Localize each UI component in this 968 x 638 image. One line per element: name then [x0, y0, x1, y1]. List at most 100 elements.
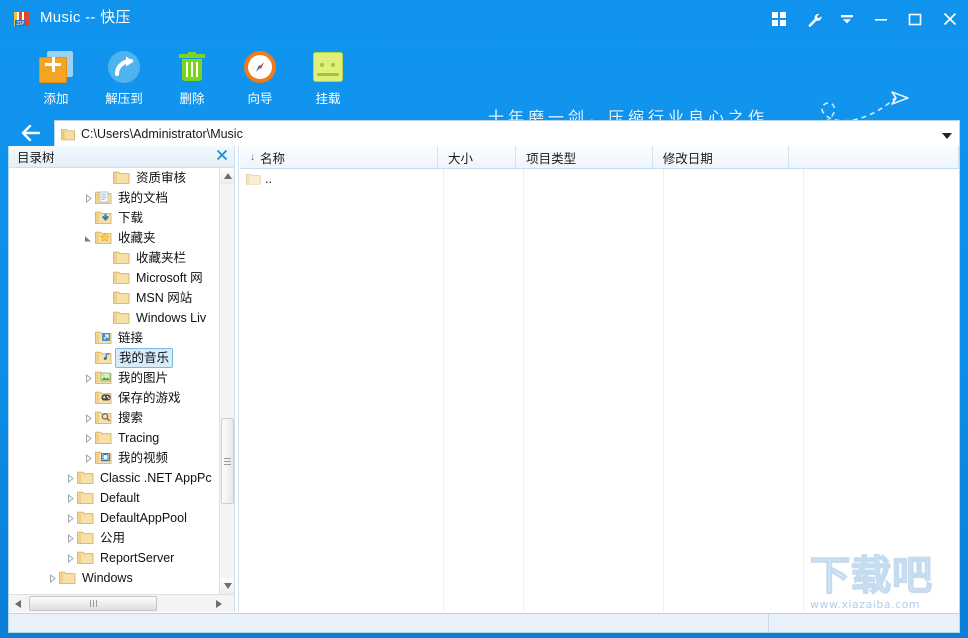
window-title: Music -- 快压	[40, 8, 131, 28]
tree-node[interactable]: 我的文档	[9, 188, 219, 208]
tree-node[interactable]: 收藏夹	[9, 228, 219, 248]
collapsed-arrow-icon[interactable]	[81, 408, 95, 428]
tree-node[interactable]: 下载	[9, 208, 219, 228]
links-folder-icon	[95, 330, 113, 346]
close-icon	[943, 12, 957, 26]
tree-node[interactable]: ReportServer	[9, 548, 219, 568]
scrollbar-thumb[interactable]	[221, 418, 234, 504]
column-header-label: 名称	[260, 148, 285, 167]
tree-vertical-scrollbar[interactable]	[219, 168, 234, 594]
back-button[interactable]	[8, 120, 54, 146]
collapsed-arrow-icon[interactable]	[63, 508, 77, 528]
tree-node[interactable]: MSN 网站	[9, 288, 219, 308]
folder-icon	[113, 250, 131, 266]
add-folder-icon	[22, 44, 90, 90]
tree-node[interactable]: 收藏夹栏	[9, 248, 219, 268]
tree-node-label: 我的文档	[116, 189, 170, 207]
tree-node[interactable]: Windows Liv	[9, 308, 219, 328]
tree-node[interactable]: Windows	[9, 568, 219, 588]
tree-node-label: ReportServer	[98, 549, 176, 567]
collapsed-arrow-icon[interactable]	[63, 488, 77, 508]
expanded-arrow-icon[interactable]	[81, 228, 95, 248]
scrollbar-thumb[interactable]	[29, 596, 157, 611]
tree-node-label: Windows	[80, 569, 135, 587]
collapsed-arrow-icon[interactable]	[81, 448, 95, 468]
tree-node[interactable]: Tracing	[9, 428, 219, 448]
parent-folder-icon	[246, 172, 261, 186]
tree-node[interactable]: Microsoft 网	[9, 268, 219, 288]
folder-icon	[113, 170, 131, 186]
tree-panel-close-button[interactable]	[216, 149, 228, 163]
column-header[interactable]: 修改日期	[653, 146, 790, 168]
scroll-up-button[interactable]	[220, 168, 235, 184]
collapsed-arrow-icon[interactable]	[81, 188, 95, 208]
downloads-folder-icon	[95, 210, 113, 226]
menu-button[interactable]	[830, 0, 864, 38]
tree-node-label: Classic .NET AppPc	[98, 469, 214, 487]
address-dropdown-button[interactable]	[941, 129, 953, 143]
collapsed-arrow-icon[interactable]	[63, 528, 77, 548]
column-header[interactable]	[789, 146, 959, 168]
toolbar-label-add: 添加	[22, 92, 90, 106]
file-list-header: ↓名称大小项目类型修改日期	[240, 146, 959, 169]
toolbar-button-extract[interactable]: 解压到	[90, 44, 158, 118]
status-right	[769, 614, 959, 632]
tree-horizontal-scrollbar[interactable]	[9, 594, 234, 612]
collapsed-arrow-icon[interactable]	[45, 568, 59, 588]
minimize-icon	[874, 13, 888, 25]
tree-node[interactable]: Classic .NET AppPc	[9, 468, 219, 488]
collapsed-arrow-icon[interactable]	[81, 368, 95, 388]
scroll-left-button[interactable]	[9, 595, 26, 612]
close-button[interactable]	[932, 0, 968, 38]
tree-node[interactable]: 我的视频	[9, 448, 219, 468]
tree-node-label: Default	[98, 489, 142, 507]
tree-node[interactable]: DefaultAppPool	[9, 508, 219, 528]
tree-node[interactable]: 搜索	[9, 408, 219, 428]
extract-arrow-icon	[90, 44, 158, 90]
layout-grid-button[interactable]	[762, 0, 796, 38]
content-area: 目录树 资质审核我的文档下载收藏夹收藏夹栏Microsoft 网MSN 网站Wi…	[8, 146, 960, 614]
tree-node-label: MSN 网站	[134, 289, 194, 307]
folder-icon	[77, 490, 95, 506]
table-row[interactable]: ..	[240, 169, 959, 188]
expander-placeholder	[99, 288, 113, 308]
column-separator	[663, 169, 664, 612]
tree-node[interactable]: 公用	[9, 528, 219, 548]
tree-node[interactable]: 我的音乐	[9, 348, 219, 368]
toolbar-button-add[interactable]: 添加	[22, 44, 90, 118]
maximize-button[interactable]	[898, 0, 932, 38]
column-header[interactable]: 项目类型	[516, 146, 653, 168]
settings-button[interactable]	[796, 0, 830, 38]
column-header[interactable]: ↓名称	[240, 146, 438, 168]
column-header[interactable]: 大小	[438, 146, 516, 168]
tree-node[interactable]: 链接	[9, 328, 219, 348]
collapsed-arrow-icon[interactable]	[81, 428, 95, 448]
file-list-rows: ..	[240, 169, 959, 612]
tree-node[interactable]: 资质审核	[9, 168, 219, 188]
tree-scroll-viewport[interactable]: 资质审核我的文档下载收藏夹收藏夹栏Microsoft 网MSN 网站Window…	[9, 168, 219, 594]
tree-node-list: 资质审核我的文档下载收藏夹收藏夹栏Microsoft 网MSN 网站Window…	[9, 168, 219, 588]
collapsed-arrow-icon[interactable]	[63, 548, 77, 568]
tree-node-label: 收藏夹栏	[134, 249, 188, 267]
toolbar-button-mount[interactable]: 挂载	[294, 44, 362, 118]
scroll-right-button[interactable]	[210, 595, 227, 612]
folder-icon	[59, 570, 77, 586]
minimize-button[interactable]	[864, 0, 898, 38]
tree-node[interactable]: Default	[9, 488, 219, 508]
tree-node[interactable]: 我的图片	[9, 368, 219, 388]
scroll-down-button[interactable]	[220, 578, 235, 594]
address-input[interactable]: C:\Users\Administrator\Music	[54, 120, 960, 146]
column-separator	[803, 169, 804, 612]
expander-placeholder	[99, 308, 113, 328]
toolbar-button-wizard[interactable]: 向导	[226, 44, 294, 118]
expander-placeholder	[99, 268, 113, 288]
toolbar-button-delete[interactable]: 删除	[158, 44, 226, 118]
chevron-left-icon	[15, 600, 21, 608]
folder-icon	[77, 510, 95, 526]
panel-splitter[interactable]	[234, 146, 239, 612]
tree-node-label: Microsoft 网	[134, 269, 205, 287]
status-bar	[8, 613, 960, 633]
expander-placeholder	[81, 388, 95, 408]
collapsed-arrow-icon[interactable]	[63, 468, 77, 488]
tree-node[interactable]: 保存的游戏	[9, 388, 219, 408]
